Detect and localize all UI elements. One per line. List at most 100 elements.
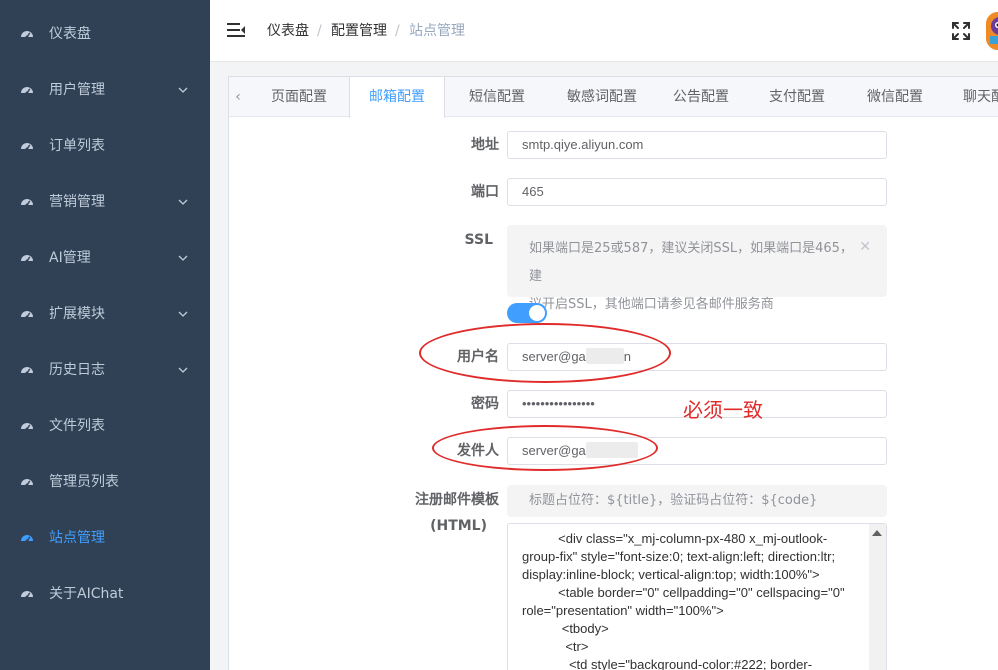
sidebar-item[interactable]: AI管理 (0, 230, 210, 286)
template-code-line: <div class="x_mj-column-px-480 x_mj-outl… (522, 531, 828, 546)
dashboard-icon (21, 143, 33, 151)
settings-card: ‹ 页面配置 邮箱配置 短信配置 敏感词配置 公告配置 支付配置 微信配置 聊天… (228, 76, 998, 670)
sidebar-item[interactable]: 站点管理 (0, 510, 210, 566)
template-label-line-2: (HTML) (430, 518, 487, 534)
address-label: 地址 (471, 137, 499, 153)
ssl-tip-alert: 如果端口是25或587，建议关闭SSL，如果端口是465，建 议开启SSL，其他… (507, 225, 887, 312)
port-label: 端口 (471, 184, 499, 200)
dashboard-icon (21, 423, 33, 431)
sidebar-item-label: 仪表盘 (49, 26, 91, 42)
sidebar-item[interactable]: 用户管理 (0, 62, 210, 118)
sidebar-item-label: 扩展模块 (49, 306, 105, 322)
tab-email-config[interactable]: 邮箱配置 (349, 77, 445, 118)
redaction-mask (585, 442, 638, 458)
sidebar-item[interactable]: 仪表盘 (0, 6, 210, 62)
breadcrumb-dashboard[interactable]: 仪表盘 (267, 22, 309, 40)
template-textarea[interactable]: <div class="x_mj-column-px-480 x_mj-outl… (507, 523, 887, 670)
sidebar-item[interactable]: 扩展模块 (0, 286, 210, 342)
tab-payment-config[interactable]: 支付配置 (751, 77, 843, 117)
avatar[interactable] (986, 12, 998, 50)
address-input[interactable]: smtp.qiye.aliyun.com (507, 131, 887, 159)
template-code-line: <table border="0" cellpadding="0" cellsp… (522, 585, 845, 600)
sidebar-item[interactable]: 订单列表 (0, 118, 210, 174)
breadcrumb-config[interactable]: 配置管理 (331, 22, 387, 40)
chevron-down-icon (178, 311, 188, 317)
breadcrumb-separator: / (395, 23, 400, 39)
scrollbar[interactable] (869, 524, 886, 670)
port-label-box: 端口 (379, 183, 499, 201)
sidebar-item-label: 历史日志 (49, 362, 105, 378)
template-code-line: <tbody> (522, 621, 609, 636)
dashboard-icon (21, 591, 33, 599)
template-label-box: 注册邮件模板 (HTML) (379, 491, 499, 535)
sidebar-item-label: 文件列表 (49, 418, 105, 434)
redaction-mask (585, 348, 624, 364)
sidebar-item-label: 关于AIChat (49, 586, 124, 602)
sidebar-item[interactable]: 营销管理 (0, 174, 210, 230)
close-icon[interactable]: ✕ (859, 233, 871, 261)
chevron-down-icon (178, 367, 188, 373)
dashboard-icon (21, 87, 33, 95)
annotation-note: 必须一致 (683, 398, 763, 422)
template-label-line-1: 注册邮件模板 (415, 492, 499, 508)
sender-label-box: 发件人 (379, 442, 499, 460)
tabs-prev-icon[interactable]: ‹ (229, 77, 247, 117)
tabs-bar: ‹ 页面配置 邮箱配置 短信配置 敏感词配置 公告配置 支付配置 微信配置 聊天… (229, 77, 998, 118)
dashboard-icon (21, 255, 33, 263)
sidebar-item[interactable]: 文件列表 (0, 398, 210, 454)
sidebar-item-label: 营销管理 (49, 194, 105, 210)
sidebar-item-label: 管理员列表 (49, 474, 119, 490)
ssl-tip-line-1: 如果端口是25或587，建议关闭SSL，如果端口是465，建 (529, 241, 853, 284)
dashboard-icon (21, 535, 33, 543)
tab-wechat-config[interactable]: 微信配置 (849, 77, 941, 117)
sender-input[interactable]: server@ga (507, 437, 887, 465)
ssl-label-box: SSL (379, 231, 499, 249)
template-code-line: display:inline-block; vertical-align:top… (522, 567, 820, 582)
breadcrumb-current: 站点管理 (409, 23, 465, 39)
template-code-line: <td style="background-color:#222; border… (522, 657, 813, 670)
template-placeholder-tip: 标题占位符：${title}，验证码占位符：${code} (507, 485, 887, 517)
sender-label: 发件人 (457, 443, 499, 459)
tab-sensitive-words-config[interactable]: 敏感词配置 (547, 77, 657, 117)
dashboard-icon (21, 367, 33, 375)
scroll-up-icon[interactable] (872, 530, 882, 536)
template-code-line: role="presentation" width="100%"> (522, 603, 724, 618)
tab-notice-config[interactable]: 公告配置 (655, 77, 747, 117)
sidebar-item-label: AI管理 (49, 250, 91, 266)
tab-sms-config[interactable]: 短信配置 (449, 77, 545, 117)
tab-page-config[interactable]: 页面配置 (253, 77, 345, 117)
breadcrumb-separator: / (317, 23, 322, 39)
tab-chat-config[interactable]: 聊天配 (947, 77, 998, 117)
username-label-box: 用户名 (379, 348, 499, 366)
username-input[interactable]: server@ga n (507, 343, 887, 371)
template-code-line: group-fix" style="font-size:0; text-alig… (522, 549, 836, 564)
sidebar-item-label: 订单列表 (49, 138, 105, 154)
sidebar-item-label: 用户管理 (49, 82, 105, 98)
sidebar-item[interactable]: 历史日志 (0, 342, 210, 398)
chevron-down-icon (178, 87, 188, 93)
menu-fold-icon[interactable] (227, 22, 245, 38)
ssl-tip-line-2: 议开启SSL，其他端口请参见各邮件服务商 (529, 297, 774, 312)
template-code-line: <tr> (522, 639, 589, 654)
dashboard-icon (21, 311, 33, 319)
port-input[interactable]: 465 (507, 178, 887, 206)
top-header: 仪表盘 / 配置管理 / 站点管理 (210, 0, 998, 62)
chevron-down-icon (178, 199, 188, 205)
ssl-switch[interactable] (507, 303, 547, 323)
fullscreen-icon[interactable] (951, 21, 971, 41)
sidebar-item[interactable]: 关于AIChat (0, 566, 210, 622)
ssl-label: SSL (464, 232, 493, 248)
dashboard-icon (21, 199, 33, 207)
username-value-end: n (623, 349, 632, 364)
sidebar-item[interactable]: 管理员列表 (0, 454, 210, 510)
chevron-down-icon (178, 255, 188, 261)
username-label: 用户名 (457, 349, 499, 365)
switch-knob (529, 305, 545, 321)
sidebar: 仪表盘用户管理订单列表营销管理 AI管理扩展模块历史日志文件列表管理员列表站点管理… (0, 0, 210, 670)
sidebar-item-label: 站点管理 (49, 530, 105, 546)
username-value-start: server@ga (522, 349, 586, 364)
password-label-box: 密码 (379, 395, 499, 413)
password-label: 密码 (471, 396, 499, 412)
main-content: ‹ 页面配置 邮箱配置 短信配置 敏感词配置 公告配置 支付配置 微信配置 聊天… (210, 62, 998, 670)
sender-value: server@ga (522, 443, 586, 458)
